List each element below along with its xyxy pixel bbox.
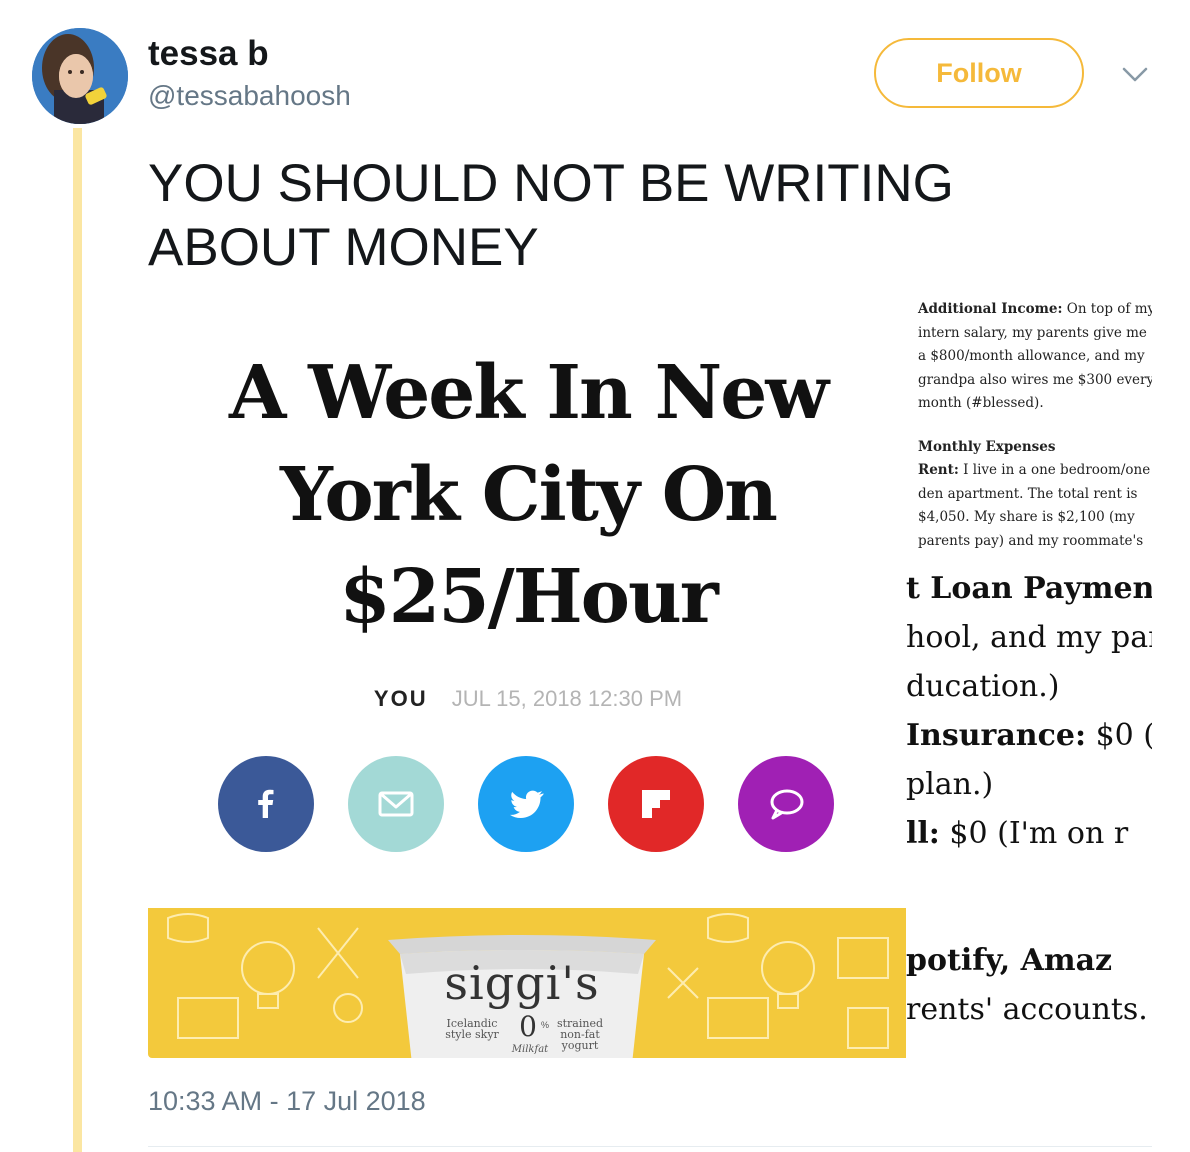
ad-brand-name: siggi's xyxy=(444,956,600,1010)
ad-percent-sign: % xyxy=(541,1020,550,1030)
share-buttons xyxy=(218,756,838,852)
article-excerpt: Additional Income: On top of my intern s… xyxy=(918,298,1152,553)
bill-label: ll: xyxy=(906,816,940,851)
facebook-share-button[interactable] xyxy=(218,756,314,852)
follow-button[interactable]: Follow xyxy=(874,38,1084,108)
comment-share-button[interactable] xyxy=(738,756,834,852)
twitter-share-button[interactable] xyxy=(478,756,574,852)
loan-payment-line: t Loan Payment: xyxy=(906,571,1152,606)
bill-text: $0 (I'm on r xyxy=(939,816,1129,851)
twitter-bird-icon xyxy=(510,790,544,818)
plan-line: plan.) xyxy=(906,767,994,802)
school-line: hool, and my pare xyxy=(906,620,1152,655)
ad-right-description: strained non-fat yogurt xyxy=(556,1017,604,1052)
insurance-label: Insurance: xyxy=(906,718,1087,753)
income-text: On top of my intern salary, my parents g… xyxy=(918,301,1152,411)
flipboard-icon xyxy=(642,790,670,818)
spotify-line: potify, Amaz xyxy=(906,943,1113,978)
ad-left-description: Icelandic style skyr xyxy=(445,1017,499,1041)
insurance-text: $0 (I xyxy=(1095,718,1152,753)
flipboard-share-button[interactable] xyxy=(608,756,704,852)
speech-bubble-icon xyxy=(770,789,804,820)
avatar-image xyxy=(32,28,128,124)
tweet-text: YOU SHOULD NOT BE WRITING ABOUT MONEY xyxy=(148,154,954,277)
expenses-heading: Monthly Expenses xyxy=(918,438,1056,455)
accounts-line: rents' accounts. xyxy=(906,992,1148,1027)
education-line: ducation.) xyxy=(906,669,1060,704)
email-share-button[interactable] xyxy=(348,756,444,852)
article-byline: YOU JUL 15, 2018 12:30 PM xyxy=(148,686,908,712)
avatar[interactable] xyxy=(32,28,128,124)
bill-line: ll: $0 (I'm on r xyxy=(906,809,1152,858)
facebook-icon xyxy=(258,789,274,818)
envelope-icon xyxy=(378,791,414,817)
article-author: YOU xyxy=(373,686,428,711)
user-handle[interactable]: @tessabahoosh xyxy=(148,80,351,112)
article-date: JUL 15, 2018 12:30 PM xyxy=(451,686,683,711)
tweet-timestamp[interactable]: 10:33 AM - 17 Jul 2018 xyxy=(148,1086,426,1117)
thread-line xyxy=(73,128,82,1152)
rent-label: Rent: xyxy=(918,462,959,478)
advertisement-banner[interactable]: siggi's Icelandic style skyr 0 % Milkfat… xyxy=(148,908,906,1058)
income-label: Additional Income: xyxy=(918,301,1063,317)
display-name[interactable]: tessa b xyxy=(148,34,269,74)
insurance-line: Insurance: $0 (I xyxy=(906,711,1152,760)
cropped-article-text: t Loan Payment: hool, and my pare ducati… xyxy=(906,564,1152,1034)
tweet-media[interactable]: A Week In New York City On $25/Hour YOU … xyxy=(148,288,1152,1058)
article-headline: A Week In New York City On $25/Hour xyxy=(228,350,829,640)
chevron-down-icon[interactable] xyxy=(1120,60,1150,90)
divider xyxy=(148,1146,1152,1147)
